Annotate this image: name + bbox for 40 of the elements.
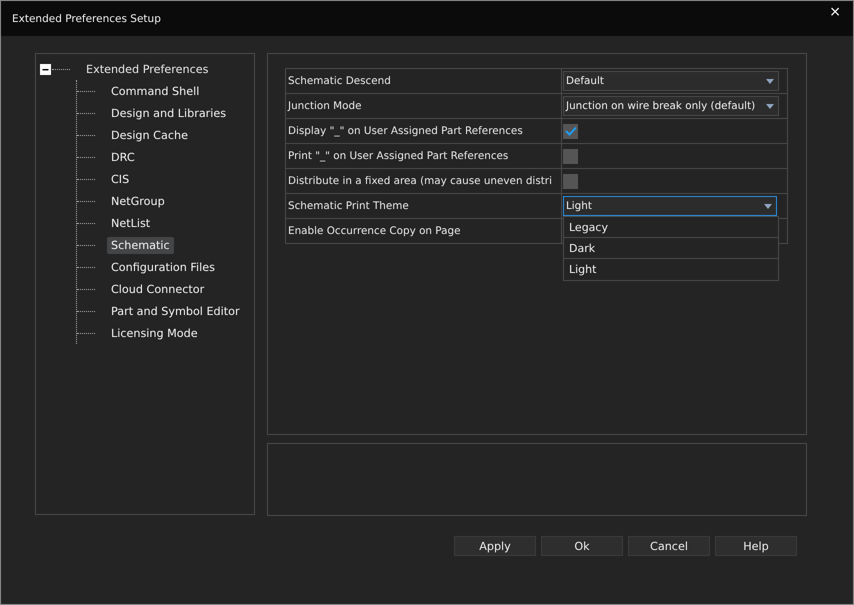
tree-item[interactable]: Part and Symbol Editor	[107, 302, 244, 320]
dropdown-field[interactable]: Junction on wire break only (default)	[563, 96, 779, 116]
dropdown-arrow-icon	[766, 78, 774, 84]
check-icon	[564, 126, 576, 136]
dropdown-arrow-icon	[764, 204, 772, 208]
tree-item[interactable]: Configuration Files	[107, 258, 219, 276]
property-name: Display "_" on User Assigned Part References	[286, 119, 562, 143]
tree-item[interactable]: Cloud Connector	[107, 280, 208, 298]
property-name: Print "_" on User Assigned Part References	[286, 144, 562, 168]
tree-item[interactable]: Design Cache	[107, 126, 192, 144]
dropdown-option[interactable]: Light	[564, 259, 778, 280]
dropdown-arrow-icon	[766, 104, 774, 108]
property-name: Schematic Print Theme	[286, 194, 562, 218]
dropdown-field[interactable]: Light	[563, 196, 777, 216]
checkbox[interactable]	[563, 174, 578, 188]
tree-item[interactable]: Design and Libraries	[107, 104, 230, 122]
window-title: Extended Preferences Setup	[12, 12, 161, 24]
dropdown-option[interactable]: Dark	[564, 238, 778, 259]
dialog-button[interactable]: Ok	[541, 536, 623, 556]
tree-item[interactable]: NetGroup	[107, 192, 169, 210]
tree-item[interactable]: Schematic	[107, 236, 174, 254]
tree-item[interactable]: NetList	[107, 214, 154, 232]
checkbox[interactable]	[563, 148, 578, 164]
property-name: Schematic Descend	[286, 69, 562, 93]
collapse-icon[interactable]	[40, 64, 51, 74]
dialog-button[interactable]: Apply	[454, 536, 536, 556]
tree-item[interactable]: Command Shell	[107, 82, 204, 100]
checkbox[interactable]	[563, 124, 578, 138]
tree-item[interactable]: CIS	[107, 170, 134, 188]
tree-item[interactable]: Extended Preferences	[86, 62, 208, 76]
tree-item[interactable]: Licensing Mode	[107, 324, 202, 342]
dropdown-option[interactable]: Legacy	[564, 217, 778, 238]
dialog-button[interactable]: Help	[715, 536, 797, 556]
property-name: Junction Mode	[286, 94, 562, 118]
dialog-button[interactable]: Cancel	[628, 536, 710, 556]
dropdown-field[interactable]: Default	[563, 71, 779, 91]
property-name: Distribute in a fixed area (may cause uneven distri	[286, 169, 562, 193]
close-button[interactable]: ×	[829, 4, 841, 20]
tree-item[interactable]: DRC	[107, 148, 139, 166]
property-name: Enable Occurrence Copy on Page	[286, 219, 562, 243]
